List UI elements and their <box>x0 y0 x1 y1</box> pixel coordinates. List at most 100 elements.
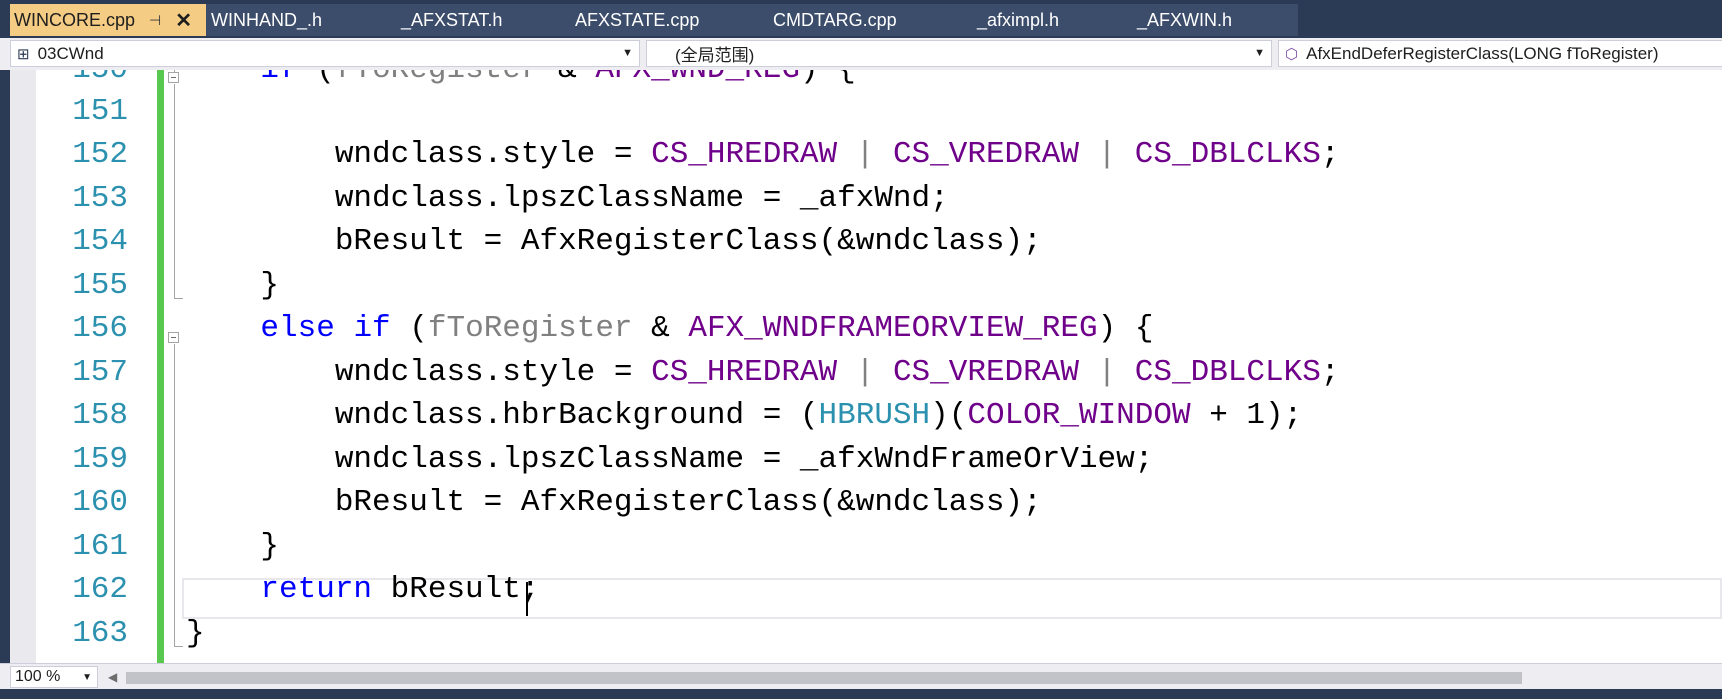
code-text: | <box>1078 355 1135 390</box>
member-dropdown-value: AfxEndDeferRegisterClass(LONG fToRegiste… <box>1306 43 1659 63</box>
code-text: bResult = AfxRegisterClass(&wndclass); <box>334 224 1042 259</box>
project-dropdown[interactable]: ⊞ 03CWnd ▼ <box>10 40 640 67</box>
macro: AFX_WNDFRAMEORVIEW_REG <box>688 311 1098 346</box>
tab-afximpl-h[interactable]: _afximpl.h <box>977 4 1059 36</box>
horizontal-scrollbar-thumb[interactable] <box>126 672 1522 684</box>
macro: CS_HREDRAW <box>651 137 838 172</box>
code-editor[interactable]: 150 151 152 153 154 155 156 157 158 159 … <box>0 70 1722 663</box>
tab-wincore-cpp[interactable]: WINCORE.cpp ⊣ ✕ <box>10 4 206 36</box>
tab-strip-background <box>206 4 1298 36</box>
macro: CS_DBLCLKS <box>1134 137 1321 172</box>
keyword: if <box>353 311 391 346</box>
code-line-155: } <box>186 264 279 308</box>
line-number: 161 <box>72 529 128 564</box>
outline-guide-end <box>174 646 183 647</box>
code-text: | <box>837 137 893 172</box>
macro: CS_VREDRAW <box>892 137 1079 172</box>
code-text: wndclass.hbrBackground = ( <box>334 398 819 433</box>
line-number: 156 <box>72 311 128 346</box>
code-text: wndclass.lpszClassName = _afxWnd; <box>334 181 949 216</box>
code-line-152: wndclass.style = CS_HREDRAW | CS_VREDRAW… <box>186 133 1340 177</box>
tab-label: WINCORE.cpp <box>14 9 136 30</box>
code-text: | <box>1078 137 1135 172</box>
code-text: wndclass.style = <box>334 137 652 172</box>
code-text: ; <box>1320 355 1340 390</box>
code-text: } <box>260 529 280 564</box>
macro: COLOR_WINDOW <box>967 398 1191 433</box>
code-line-156: else if (fToRegister & AFX_WNDFRAMEORVIE… <box>186 307 1153 351</box>
macro: CS_HREDRAW <box>651 355 838 390</box>
code-line-154: bResult = AfxRegisterClass(&wndclass); <box>186 220 1042 264</box>
change-tracking-bar <box>157 70 164 663</box>
tab-label: _AFXSTAT.h <box>401 9 503 30</box>
type-name: HBRUSH <box>818 398 931 433</box>
code-line-160: bResult = AfxRegisterClass(&wndclass); <box>186 481 1042 525</box>
tab-label: AFXSTATE.cpp <box>575 9 700 30</box>
text-caret <box>526 582 528 616</box>
editor-bottom-bar: 100 % ▼ ◀ <box>0 663 1722 690</box>
collapse-icon[interactable] <box>168 332 179 343</box>
close-icon[interactable]: ✕ <box>175 8 192 33</box>
code-text: ) { <box>800 70 856 87</box>
code-line-159: wndclass.lpszClassName = _afxWndFrameOrV… <box>186 438 1154 482</box>
parameter: fToRegister <box>427 311 633 346</box>
method-cube-icon: ⬡ <box>1285 45 1299 63</box>
scroll-left-icon[interactable]: ◀ <box>108 670 117 684</box>
line-number: 157 <box>72 355 128 390</box>
code-text: & <box>540 70 596 87</box>
code-text: ; <box>1320 137 1340 172</box>
class-view-icon: ⊞ <box>17 45 30 63</box>
member-dropdown[interactable]: ⬡ AfxEndDeferRegisterClass(LONG fToRegis… <box>1278 40 1722 67</box>
code-text: | <box>837 355 893 390</box>
code-line-163: } <box>186 612 205 656</box>
chevron-down-icon: ▼ <box>1254 47 1265 59</box>
navigation-bar: ⊞ 03CWnd ▼ (全局范围) ▼ ⬡ AfxEndDeferRegiste… <box>0 38 1722 71</box>
tab-label: WINHAND_.h <box>211 9 323 30</box>
outline-guide <box>174 84 175 299</box>
zoom-level: 100 % <box>15 668 61 685</box>
code-text: wndclass.lpszClassName = _afxWndFrameOrV… <box>334 442 1154 477</box>
tab-label: _AFXWIN.h <box>1137 9 1233 30</box>
code-text: ( <box>298 70 335 87</box>
tab-winhand-h[interactable]: WINHAND_.h <box>211 4 322 36</box>
scope-dropdown[interactable]: (全局范围) ▼ <box>646 40 1272 67</box>
chevron-down-icon: ▼ <box>82 672 92 683</box>
macro: AFX_WND_REG <box>595 70 800 87</box>
parameter: fToRegister <box>335 70 540 87</box>
indicator-margin <box>10 70 36 663</box>
code-text: ( <box>390 311 428 346</box>
zoom-dropdown[interactable]: 100 % ▼ <box>10 666 98 688</box>
tab-label: _afximpl.h <box>977 9 1060 30</box>
outline-guide <box>174 344 175 647</box>
keyword: if <box>260 70 297 87</box>
pin-icon[interactable]: ⊣ <box>149 12 161 29</box>
line-number: 153 <box>72 181 128 216</box>
line-number: 159 <box>72 442 128 477</box>
chevron-down-icon: ▼ <box>622 47 633 59</box>
code-text: } <box>260 268 280 303</box>
code-line-157: wndclass.style = CS_HREDRAW | CS_VREDRAW… <box>186 351 1340 395</box>
line-number: 162 <box>72 572 128 607</box>
line-number: 150 <box>36 70 128 92</box>
tab-cmdtarg-cpp[interactable]: CMDTARG.cpp <box>773 4 897 36</box>
code-line-153: wndclass.lpszClassName = _afxWnd; <box>186 177 949 221</box>
line-number: 152 <box>72 137 128 172</box>
code-text: ) { <box>1097 311 1154 346</box>
tab-afxstate-cpp[interactable]: AFXSTATE.cpp <box>575 4 699 36</box>
code-text: } <box>186 616 205 651</box>
code-line-158: wndclass.hbrBackground = (HBRUSH)(COLOR_… <box>186 394 1302 438</box>
project-dropdown-value: 03CWnd <box>37 43 104 63</box>
line-number: 158 <box>72 398 128 433</box>
collapse-icon[interactable] <box>168 72 179 83</box>
line-number: 154 <box>72 224 128 259</box>
line-number: 151 <box>72 94 128 129</box>
code-text: wndclass.style = <box>334 355 652 390</box>
keyword: return <box>260 572 373 607</box>
line-number: 155 <box>72 268 128 303</box>
tab-afxwin-h[interactable]: _AFXWIN.h <box>1137 4 1232 36</box>
code-text: + 1); <box>1190 398 1303 433</box>
code-line-162: return bResult; <box>186 568 539 612</box>
macro: CS_DBLCLKS <box>1134 355 1321 390</box>
tab-afxstat-h[interactable]: _AFXSTAT.h <box>401 4 502 36</box>
